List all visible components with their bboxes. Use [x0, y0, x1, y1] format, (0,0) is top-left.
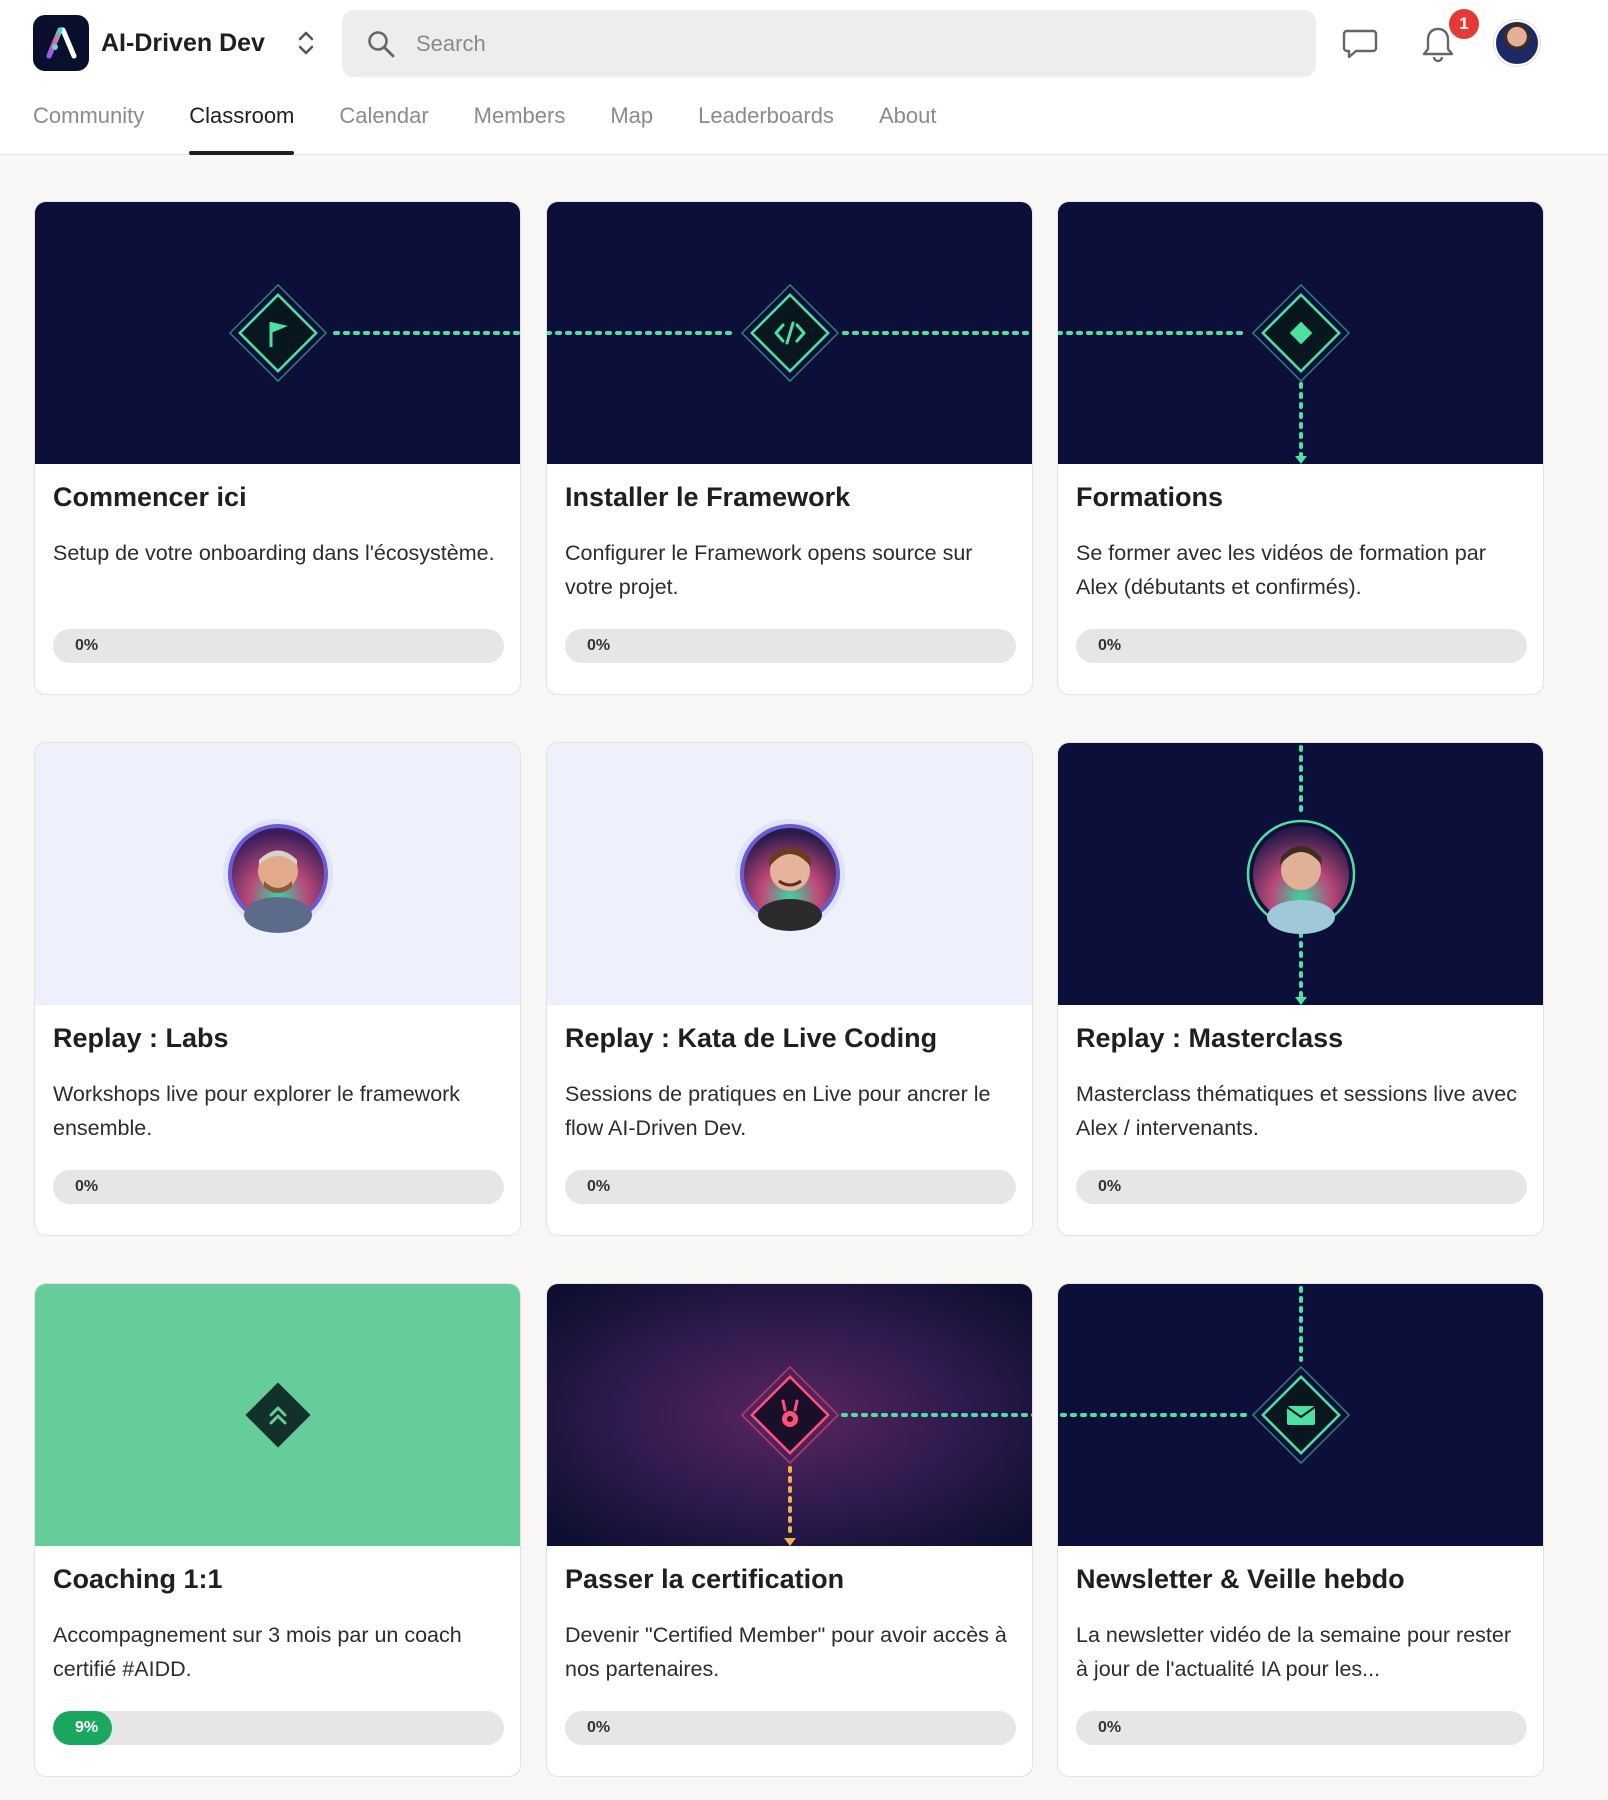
tab-classroom[interactable]: Classroom: [189, 96, 295, 155]
course-cover: [1058, 743, 1543, 1005]
progress-bar: 9%: [53, 1711, 504, 1745]
progress-label: 0%: [75, 1178, 99, 1195]
top-header: AI-Driven Dev 1 Community Classroom Cale…: [0, 0, 1608, 155]
tab-calendar[interactable]: Calendar: [339, 96, 428, 155]
course-cover: [547, 743, 1032, 1005]
search-icon: [366, 29, 396, 59]
course-cover: [35, 202, 520, 464]
course-title: Replay : Labs: [53, 1023, 229, 1053]
progress-label: 0%: [1098, 637, 1122, 654]
progress-label: 0%: [75, 637, 99, 654]
main-nav-tabs: Community Classroom Calendar Members Map…: [33, 96, 981, 155]
search-bar[interactable]: [342, 10, 1316, 77]
course-cover: [547, 1284, 1032, 1546]
notification-badge[interactable]: 1: [1447, 7, 1481, 41]
course-description: Setup de votre onboarding dans l'écosyst…: [53, 541, 495, 565]
course-description: La newsletter vidéo de la semaine pour r…: [1076, 1623, 1512, 1681]
community-logo: [33, 15, 89, 71]
course-description: Devenir "Certified Member" pour avoir ac…: [565, 1623, 1007, 1681]
progress-label: 0%: [587, 637, 611, 654]
course-card[interactable]: Commencer ici Setup de votre onboarding …: [34, 201, 521, 695]
course-title: Commencer ici: [53, 482, 247, 512]
chevron-up-down-icon[interactable]: [295, 26, 317, 60]
tab-about[interactable]: About: [879, 96, 937, 155]
tab-members[interactable]: Members: [474, 96, 566, 155]
community-switcher[interactable]: AI-Driven Dev: [33, 15, 317, 71]
tab-community[interactable]: Community: [33, 96, 144, 155]
search-input[interactable]: [416, 30, 1276, 57]
course-title: Replay : Kata de Live Coding: [565, 1023, 938, 1053]
course-cover: [547, 202, 1032, 464]
chat-icon[interactable]: [1338, 22, 1382, 66]
host-photo: [232, 828, 324, 933]
course-title: Coaching 1:1: [53, 1564, 223, 1594]
course-card[interactable]: Installer le Framework Configurer le Fra…: [546, 201, 1033, 695]
course-title: Installer le Framework: [565, 482, 851, 512]
course-title: Passer la certification: [565, 1564, 845, 1594]
progress-bar: 0%: [53, 629, 504, 663]
course-card[interactable]: Replay : Labs Workshops live pour explor…: [34, 742, 521, 1236]
progress-bar: 0%: [1076, 1170, 1527, 1204]
progress-bar: 0%: [53, 1170, 504, 1204]
course-description: Workshops live pour explorer le framewor…: [53, 1082, 461, 1140]
envelope-icon: [1286, 1406, 1316, 1425]
course-card[interactable]: Coaching 1:1 Accompagnement sur 3 mois p…: [34, 1283, 521, 1777]
course-description: Sessions de pratiques en Live pour ancre…: [565, 1082, 991, 1140]
course-cover: [1058, 1284, 1543, 1546]
progress-bar: 0%: [1076, 629, 1527, 663]
course-title: Replay : Masterclass: [1076, 1023, 1344, 1053]
course-card[interactable]: Replay : Kata de Live Coding Sessions de…: [546, 742, 1033, 1236]
course-description: Configurer le Framework opens source sur…: [565, 541, 973, 599]
course-description: Accompagnement sur 3 mois par un coach c…: [53, 1623, 462, 1681]
user-avatar[interactable]: [1494, 20, 1540, 66]
course-card[interactable]: Newsletter & Veille hebdo La newsletter …: [1057, 1283, 1544, 1777]
course-card[interactable]: Formations Se former avec les vidéos de …: [1057, 201, 1544, 695]
progress-bar: 0%: [565, 1711, 1016, 1745]
course-cover: [1058, 202, 1543, 464]
progress-label: 0%: [1098, 1178, 1122, 1195]
course-card[interactable]: Passer la certification Devenir "Certifi…: [546, 1283, 1033, 1777]
host-photo: [1253, 826, 1349, 934]
tab-leaderboards[interactable]: Leaderboards: [698, 96, 834, 155]
course-title: Formations: [1076, 482, 1224, 512]
progress-label: 0%: [587, 1178, 611, 1195]
course-description: Masterclass thématiques et sessions live…: [1076, 1082, 1517, 1140]
progress-label: 0%: [1098, 1719, 1122, 1736]
tab-map[interactable]: Map: [610, 96, 653, 155]
progress-bar: 0%: [1076, 1711, 1527, 1745]
progress-bar: 0%: [565, 629, 1016, 663]
progress-bar: 0%: [565, 1170, 1016, 1204]
progress-label: 9%: [75, 1719, 99, 1736]
course-title: Newsletter & Veille hebdo: [1076, 1564, 1405, 1594]
community-name: AI-Driven Dev: [101, 28, 265, 57]
course-description: Se former avec les vidéos de formation p…: [1076, 541, 1486, 599]
progress-label: 0%: [587, 1719, 611, 1736]
course-card[interactable]: Replay : Masterclass Masterclass thémati…: [1057, 742, 1544, 1236]
course-cover: [35, 743, 520, 1005]
course-cover: [35, 1284, 520, 1546]
